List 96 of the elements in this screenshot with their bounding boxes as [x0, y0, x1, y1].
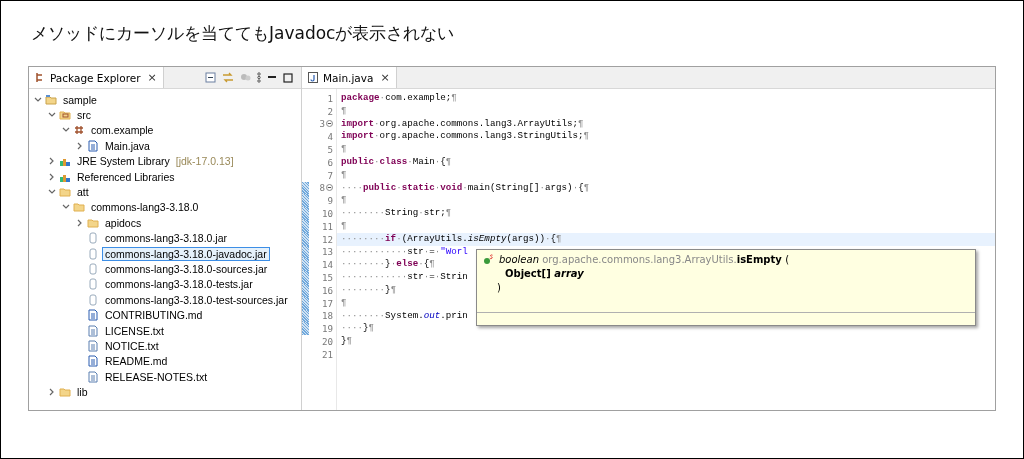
tree-item[interactable]: src	[74, 108, 94, 123]
line-number: 20	[321, 336, 333, 348]
view-tab[interactable]: Package Explorer ×	[29, 67, 164, 88]
folder-icon	[59, 109, 71, 122]
document-icon	[87, 355, 99, 368]
jar-icon	[87, 278, 99, 291]
code-line: import·org.apache.commons.lang3.ArrayUtils;¶	[341, 117, 584, 129]
view-menu-icon[interactable]	[257, 72, 261, 83]
line-number: 11	[321, 220, 333, 232]
tree-item[interactable]: CONTRIBUTING.md	[102, 308, 206, 323]
folder-icon	[59, 186, 71, 199]
code-line: ¶	[341, 194, 347, 206]
folder-icon	[45, 93, 57, 106]
code-line: ¶	[341, 143, 347, 155]
editor-tab[interactable]: Main.java ×	[302, 67, 397, 88]
line-number: 2	[327, 105, 333, 117]
jar-icon	[87, 263, 99, 275]
folder-icon	[73, 201, 85, 214]
line-number: 16	[321, 284, 333, 296]
code-line: ············str·=·Strin	[341, 271, 468, 283]
code-line: ········}¶	[341, 283, 397, 295]
document-icon	[87, 370, 99, 383]
close-icon[interactable]: ×	[147, 71, 157, 84]
tree-item[interactable]: commons-lang3-3.18.0-tests.jar	[102, 277, 256, 292]
code-line: ········String·str;¶	[341, 207, 452, 219]
code-line: ········}·else·{¶	[341, 258, 435, 270]
package-icon	[73, 124, 85, 137]
tree-item[interactable]: commons-lang3-3.18.0	[88, 200, 202, 215]
line-number: 5	[327, 144, 333, 156]
fold-icon[interactable]	[326, 120, 333, 128]
tree-item[interactable]: RELEASE-NOTES.txt	[102, 369, 211, 384]
code-line: ····public·static·void·main(String[]·args)·{¶	[341, 181, 590, 193]
line-number: 18	[321, 310, 333, 322]
java-file-icon	[87, 139, 99, 152]
code-line: }¶	[341, 335, 353, 347]
code-line: ¶	[341, 296, 347, 308]
jar-icon	[87, 247, 99, 260]
tree-item-decoration: [jdk-17.0.13]	[175, 155, 234, 168]
page-heading: メソッドにカーソルを当ててもJavadocが表示されない	[30, 22, 456, 45]
method-parameter: Object[] array	[504, 268, 585, 279]
tree-item[interactable]: NOTICE.txt	[102, 338, 162, 353]
code-line: ····}¶	[341, 322, 375, 334]
document-icon	[87, 324, 99, 337]
line-number: 4	[327, 131, 333, 143]
tree-item[interactable]: lib	[74, 385, 91, 400]
document-icon	[87, 339, 99, 352]
document-icon	[87, 309, 99, 322]
closing-parenthesis: )	[496, 282, 502, 293]
tree-item[interactable]: commons-lang3-3.18.0-javadoc.jar	[102, 246, 270, 261]
code-line: ········if·(ArrayUtils.isEmpty(args))·{¶	[341, 232, 562, 244]
tree-item[interactable]: commons-lang3-3.18.0-test-sources.jar	[102, 292, 291, 307]
line-number: 10	[321, 208, 333, 220]
line-number: 17	[321, 297, 333, 309]
tree-item[interactable]: Referenced Libraries	[74, 169, 178, 184]
tree-item[interactable]: Main.java	[102, 138, 153, 153]
tree-item[interactable]: apidocs	[102, 215, 145, 230]
line-number: 19	[321, 323, 333, 335]
code-line: ¶	[341, 104, 347, 116]
line-number: 7	[327, 169, 333, 181]
tree-item[interactable]: LICENSE.txt	[102, 323, 167, 338]
tree-item[interactable]: README.md	[102, 354, 171, 369]
jar-icon	[87, 232, 99, 245]
line-number: 15	[321, 272, 333, 284]
line-number: 14	[321, 259, 333, 271]
close-icon[interactable]: ×	[380, 71, 390, 84]
code-line: import·org.apache.commons.lang3.StringUtils;¶	[341, 130, 590, 142]
line-number: 9	[327, 195, 333, 207]
line-number: 1	[327, 92, 333, 104]
line-number: 8	[319, 182, 325, 194]
java-file-icon	[308, 72, 318, 83]
tree-item[interactable]: JRE System Library	[74, 154, 173, 169]
tree-item[interactable]: sample	[60, 92, 100, 107]
code-line: package·com.example;¶	[341, 92, 457, 103]
method-signature: boolean org.apache.commons.lang3.ArrayUtils.isEmpty (	[499, 254, 790, 265]
line-number: 12	[321, 233, 333, 245]
line-number: 6	[327, 156, 333, 168]
line-number: 13	[321, 246, 333, 258]
code-line: public·class·Main·{¶	[341, 156, 452, 167]
code-line: ········System.out.prin	[341, 309, 468, 321]
line-number: 3	[319, 118, 325, 130]
tree-item[interactable]: com.example	[88, 123, 157, 138]
tree-item[interactable]: commons-lang3-3.18.0-sources.jar	[102, 262, 271, 276]
maximize-icon[interactable]	[283, 72, 293, 83]
tree-item[interactable]: att	[74, 185, 92, 200]
hierarchy-icon	[35, 72, 45, 83]
code-line: ············str·=·"Worl	[341, 245, 468, 257]
folder-icon	[59, 386, 71, 399]
fold-icon[interactable]	[326, 184, 333, 192]
tree-item[interactable]: commons-lang3-3.18.0.jar	[102, 231, 230, 246]
line-number: 21	[321, 348, 333, 360]
code-line: ¶	[341, 168, 347, 180]
static-method-icon	[483, 254, 494, 265]
code-line: ¶	[341, 219, 347, 231]
folder-icon	[87, 216, 99, 229]
jar-icon	[87, 293, 99, 306]
collapse-all-icon[interactable]	[205, 72, 216, 83]
